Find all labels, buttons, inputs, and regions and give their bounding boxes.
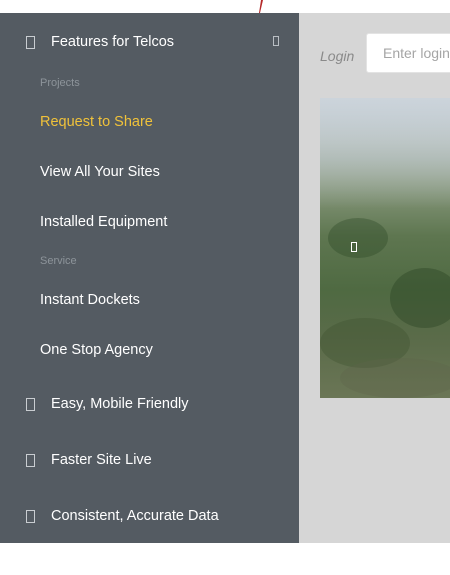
hero-image bbox=[320, 98, 450, 398]
group-label-service: Service bbox=[40, 255, 77, 267]
sidebar-section-consistent-accurate-data[interactable]: Consistent, Accurate Data bbox=[26, 505, 219, 527]
box-icon bbox=[26, 509, 35, 523]
box-icon bbox=[26, 397, 35, 411]
logo-mark bbox=[259, 0, 263, 13]
sidebar-section-label: Easy, Mobile Friendly bbox=[51, 396, 189, 412]
page-footer-area bbox=[0, 543, 450, 575]
sidebar-item-view-all-your-sites[interactable]: View All Your Sites bbox=[40, 164, 160, 180]
sidebar-item-request-to-share[interactable]: Request to Share bbox=[40, 114, 153, 130]
sidebar-section-faster-site-live[interactable]: Faster Site Live bbox=[26, 449, 152, 471]
group-label-projects: Projects bbox=[40, 77, 80, 89]
sidebar-section-label: Features for Telcos bbox=[51, 34, 175, 50]
sidebar-section-features-for-telcos[interactable]: Features for Telcos bbox=[26, 31, 174, 53]
login-label: Login bbox=[320, 48, 355, 64]
image-texture bbox=[328, 218, 388, 258]
top-bar bbox=[0, 0, 450, 13]
image-texture bbox=[390, 268, 450, 328]
login-input[interactable] bbox=[366, 33, 450, 73]
image-texture bbox=[340, 358, 450, 398]
sidebar-item-one-stop-agency[interactable]: One Stop Agency bbox=[40, 342, 153, 358]
sidebar-item-installed-equipment[interactable]: Installed Equipment bbox=[40, 214, 167, 230]
main-content: Login bbox=[299, 13, 450, 543]
image-fog bbox=[320, 98, 450, 208]
box-icon bbox=[26, 35, 35, 49]
sidebar: Features for Telcos Projects Request to … bbox=[0, 13, 299, 543]
box-icon bbox=[26, 453, 35, 467]
sidebar-item-instant-dockets[interactable]: Instant Dockets bbox=[40, 292, 140, 308]
sidebar-section-label: Consistent, Accurate Data bbox=[51, 508, 219, 524]
sidebar-section-easy-mobile-friendly[interactable]: Easy, Mobile Friendly bbox=[26, 393, 189, 415]
collapse-icon[interactable] bbox=[273, 36, 279, 46]
slide-icon[interactable] bbox=[351, 242, 357, 252]
sidebar-section-label: Faster Site Live bbox=[51, 452, 152, 468]
